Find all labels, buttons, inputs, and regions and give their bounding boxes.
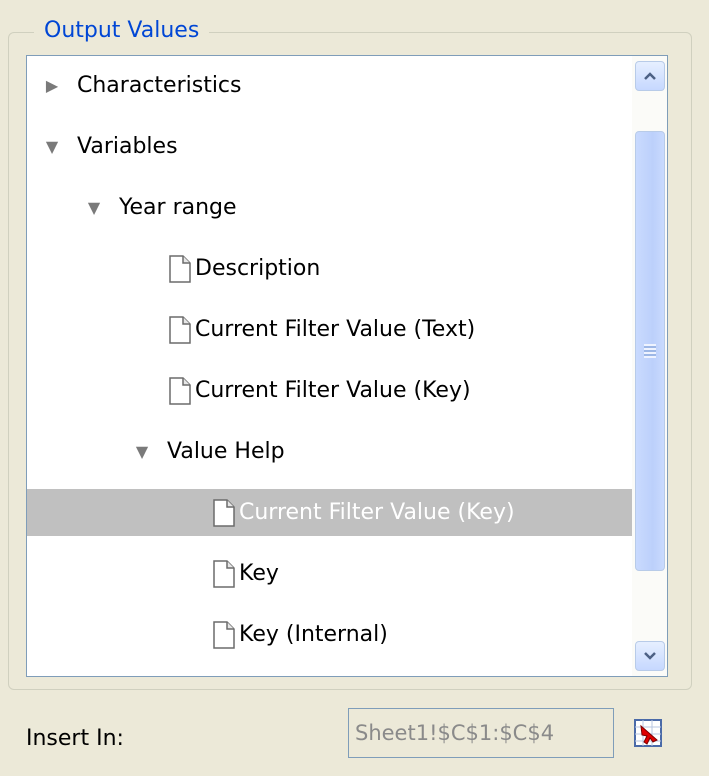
- triangle-down-icon[interactable]: ▼: [131, 428, 153, 475]
- tree-leaf-node[interactable]: Key: [27, 550, 632, 597]
- tree-node-label: Key (Internal): [239, 622, 388, 647]
- document-icon: [213, 621, 235, 649]
- insert-in-field[interactable]: Sheet1!$C$1:$C$4: [348, 708, 614, 758]
- range-select-icon: [634, 719, 662, 747]
- tree-leaf-node[interactable]: Current Filter Value (Text): [27, 306, 632, 353]
- tree-leaf-node[interactable]: Key (Internal): [27, 611, 632, 658]
- tree-node-label: Current Filter Value (Key): [239, 500, 515, 525]
- tree-node-label: Year range: [119, 195, 237, 220]
- group-title: Output Values: [34, 16, 210, 46]
- tree-folder-node[interactable]: ▼ Year range: [27, 184, 632, 231]
- tree-node-label: Variables: [77, 134, 178, 159]
- range-select-button[interactable]: [628, 713, 668, 753]
- document-icon: [169, 377, 191, 405]
- insert-in-label: Insert In:: [26, 726, 124, 751]
- scroll-up-button[interactable]: [635, 61, 665, 91]
- document-icon: [169, 255, 191, 283]
- tree-nodes: ▶ Characteristics ▼ Variables ▼ Year range Des…: [27, 56, 632, 676]
- tree-node-label: Current Filter Value (Key): [195, 378, 471, 403]
- chevron-up-icon: [644, 72, 656, 80]
- chevron-down-icon: [644, 652, 656, 660]
- tree-leaf-node[interactable]: Current Filter Value (Key): [27, 489, 632, 536]
- tree-node-label: Value Help: [167, 439, 285, 464]
- triangle-down-icon[interactable]: ▼: [41, 123, 63, 170]
- scroll-down-button[interactable]: [635, 641, 665, 671]
- document-icon: [213, 499, 235, 527]
- tree-node-label: Current Filter Value (Text): [195, 317, 476, 342]
- document-icon: [213, 560, 235, 588]
- triangle-right-icon[interactable]: ▶: [41, 62, 63, 109]
- triangle-down-icon[interactable]: ▼: [83, 184, 105, 231]
- vertical-scrollbar[interactable]: [632, 56, 667, 676]
- tree-node-label: Characteristics: [77, 73, 242, 98]
- tree-leaf-node[interactable]: Current Filter Value (Key): [27, 367, 632, 414]
- tree-folder-node[interactable]: ▼ Variables: [27, 123, 632, 170]
- document-icon: [169, 316, 191, 344]
- tree-leaf-node[interactable]: Description: [27, 245, 632, 292]
- grip-icon: [644, 344, 656, 358]
- tree-folder-node[interactable]: ▼ Value Help: [27, 428, 632, 475]
- scrollbar-thumb[interactable]: [635, 131, 665, 571]
- tree-node-label: Key: [239, 561, 279, 586]
- output-values-tree[interactable]: ▶ Characteristics ▼ Variables ▼ Year range Des…: [26, 55, 668, 677]
- tree-node-label: Description: [195, 256, 321, 281]
- tree-folder-node[interactable]: ▶ Characteristics: [27, 62, 632, 109]
